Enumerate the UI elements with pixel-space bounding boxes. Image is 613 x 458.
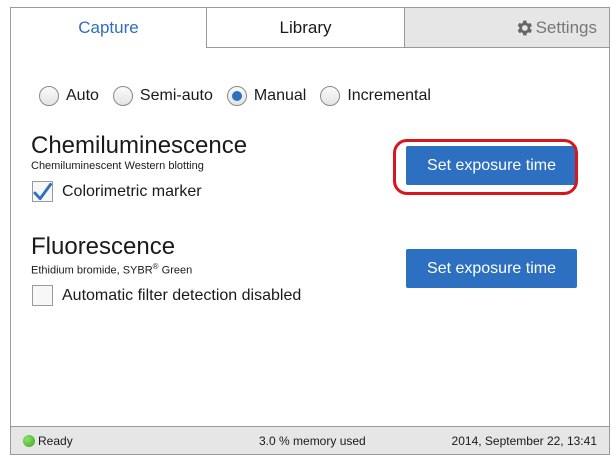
mode-auto[interactable]: Auto bbox=[39, 86, 99, 106]
fluor-subtitle: Ethidium bromide, SYBR® Green bbox=[31, 262, 192, 277]
radio-incremental[interactable] bbox=[320, 86, 341, 106]
tab-library[interactable]: Library bbox=[207, 8, 405, 48]
mode-incremental[interactable]: Incremental bbox=[320, 86, 431, 106]
colorimetric-marker-label: Colorimetric marker bbox=[62, 182, 202, 200]
tab-capture[interactable]: Capture bbox=[11, 8, 207, 48]
chemi-set-exposure-button[interactable]: Set exposure time bbox=[406, 146, 577, 185]
colorimetric-marker-option[interactable]: Colorimetric marker bbox=[32, 181, 202, 202]
date-time: 2014, September 22, 13:41 bbox=[451, 433, 597, 448]
filter-detection-label: Automatic filter detection disabled bbox=[62, 286, 302, 304]
fluor-subtitle-suffix: Green bbox=[158, 264, 193, 277]
status-ready: Ready bbox=[23, 434, 73, 448]
tab-capture-label: Capture bbox=[78, 18, 139, 37]
checkmark-icon bbox=[33, 182, 52, 200]
mode-semi-auto-label: Semi-auto bbox=[139, 87, 213, 104]
filter-detection-checkbox[interactable] bbox=[32, 285, 53, 306]
gear-icon bbox=[517, 20, 532, 35]
tab-library-label: Library bbox=[279, 17, 332, 37]
mode-incremental-label: Incremental bbox=[347, 87, 431, 104]
fluor-set-exposure-button[interactable]: Set exposure time bbox=[406, 249, 577, 288]
app-window: Capture Library Settings Auto Semi-auto … bbox=[10, 7, 610, 455]
fluor-title: Fluorescence bbox=[31, 233, 176, 260]
chemi-subtitle: Chemiluminescent Western blotting bbox=[31, 160, 204, 172]
mode-manual[interactable]: Manual bbox=[226, 86, 307, 106]
radio-semi-auto[interactable] bbox=[112, 86, 133, 106]
mode-auto-label: Auto bbox=[66, 87, 99, 104]
tab-settings[interactable]: Settings bbox=[405, 8, 609, 48]
filter-detection-option[interactable]: Automatic filter detection disabled bbox=[32, 285, 301, 306]
colorimetric-marker-checkbox[interactable] bbox=[32, 181, 53, 202]
status-ok-icon bbox=[23, 434, 35, 447]
status-bar: Ready 3.0 % memory used 2014, September … bbox=[11, 426, 609, 454]
status-ready-label: Ready bbox=[38, 433, 73, 448]
mode-manual-label: Manual bbox=[253, 87, 307, 104]
radio-auto[interactable] bbox=[39, 86, 59, 106]
mode-semi-auto[interactable]: Semi-auto bbox=[112, 86, 213, 106]
radio-manual[interactable] bbox=[226, 86, 247, 106]
fluor-set-exposure-label: Set exposure time bbox=[427, 259, 556, 277]
fluor-subtitle-text: Ethidium bromide, SYBR bbox=[31, 264, 153, 277]
tab-bar: Capture Library Settings bbox=[11, 8, 609, 48]
chemi-title: Chemiluminescence bbox=[31, 132, 248, 159]
memory-usage: 3.0 % memory used bbox=[259, 433, 366, 448]
exposure-mode-group: Auto Semi-auto Manual Incremental bbox=[39, 86, 445, 106]
chemi-set-exposure-label: Set exposure time bbox=[427, 156, 556, 174]
tab-settings-label: Settings bbox=[535, 17, 597, 37]
